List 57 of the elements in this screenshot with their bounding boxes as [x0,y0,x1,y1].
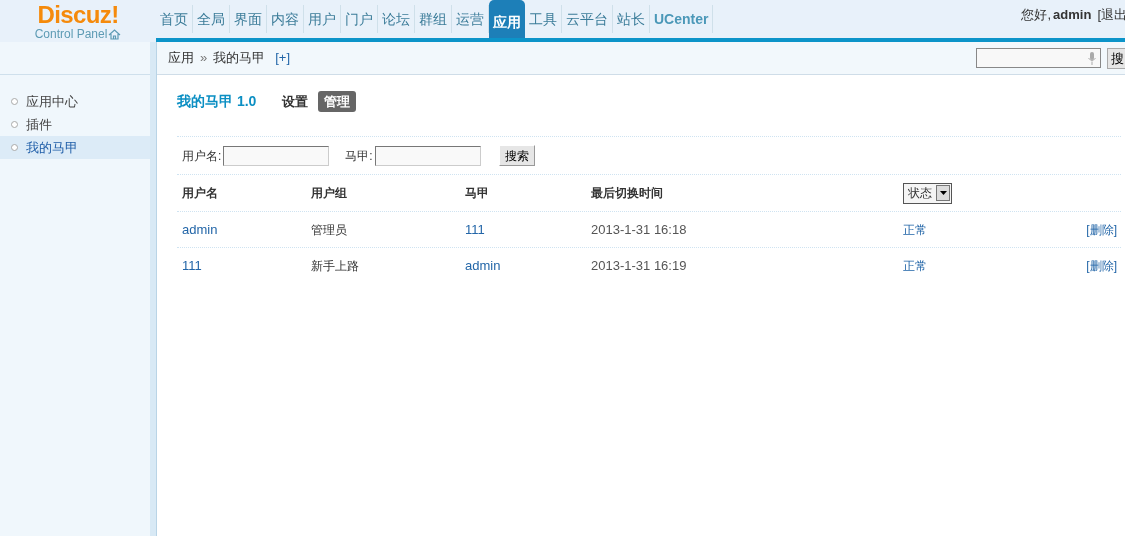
alias-link[interactable]: 111 [465,219,591,240]
nav-tab[interactable]: 内容 [267,5,304,33]
sidebar-item[interactable]: 应用中心 [0,90,150,113]
delete-link[interactable]: [删除] [1086,220,1117,239]
status-dropdown[interactable]: 状态 [903,182,952,204]
delete-link[interactable]: [删除] [1086,256,1117,275]
table-cell-text: 新手上路 [311,257,360,275]
breadcrumb-current: 我的马甲 [213,49,266,68]
field-label: 用户名: [182,147,222,165]
sidebar-item[interactable]: 插件 [0,113,150,136]
field-label: 马甲: [345,147,373,165]
input-field[interactable] [223,145,330,166]
logout-link[interactable]: [退出 [1097,5,1125,25]
input-field[interactable] [374,145,481,166]
greeting-text: 您好, [1021,6,1052,24]
table-cell-text: 管理员 [311,221,348,239]
nav-tab[interactable]: 论坛 [378,5,415,33]
breadcrumb-separator: » [200,49,208,68]
bullet-icon [11,98,18,105]
page-title: 我的马甲 1.0 [177,92,257,111]
table-cell-text: 2013-1-31 16:18 [591,220,688,239]
bullet-icon [11,144,18,151]
page-tab[interactable]: 设置 [282,91,309,112]
bullet-icon [11,121,18,128]
nav-tab[interactable]: 门户 [341,5,378,33]
nav-tab[interactable]: 用户 [304,5,341,33]
microphone-icon [1088,51,1096,65]
status-text: 正常 [903,221,928,239]
status-text: 正常 [903,257,928,275]
nav-tab[interactable]: 云平台 [562,5,613,33]
page-tab[interactable]: 管理 [318,90,357,113]
nav-tab[interactable]: 站长 [613,5,650,33]
dropdown-arrow-icon [939,191,947,195]
add-link[interactable]: [+] [275,48,291,68]
search-field[interactable] [976,48,1101,68]
user-link[interactable]: admin [182,219,311,240]
user-name: admin [1053,6,1092,24]
sidebar-item[interactable]: 我的马甲 [0,136,150,159]
column-header: 最后切换时间 [591,185,664,202]
nav-tab[interactable]: 工具 [525,5,562,33]
nav-tab[interactable]: 界面 [230,5,267,33]
search-button[interactable]: 搜 [1107,47,1125,69]
breadcrumb-link[interactable]: 应用 [168,48,194,68]
nav-tab[interactable]: 首页 [156,5,193,33]
nav-tab[interactable]: 群组 [415,5,452,33]
home-icon [108,28,122,40]
nav-tab[interactable]: 全局 [193,5,230,33]
alias-link[interactable]: admin [465,255,591,276]
user-link[interactable]: 111 [182,255,311,276]
table-cell-text: 2013-1-31 16:19 [591,256,688,275]
nav-tab[interactable]: 应用 [489,0,525,38]
column-header: 用户名 [182,185,219,202]
column-header: 马甲 [465,185,490,202]
logo-text: Discuz! [37,3,119,27]
search-button[interactable]: 搜索 [498,145,535,166]
logo-subtitle: Control Panel [34,27,108,41]
column-header: 用户组 [311,185,348,202]
